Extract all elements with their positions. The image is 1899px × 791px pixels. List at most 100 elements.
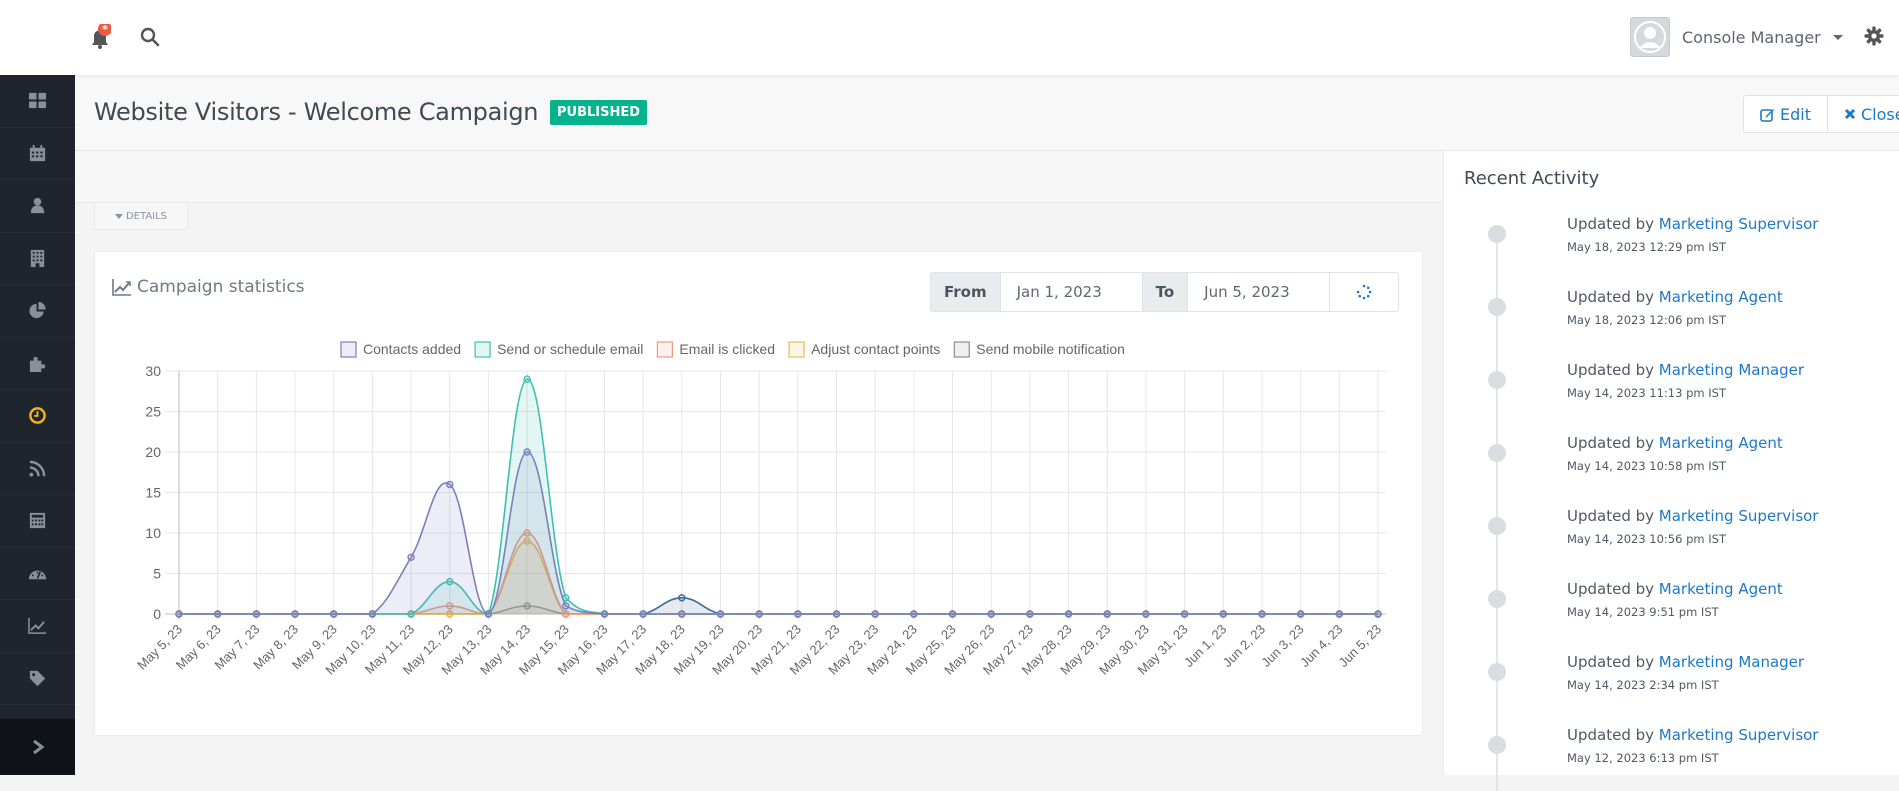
campaign-statistics-chart: Contacts added Send or schedule email Emai… xyxy=(134,341,1386,678)
data-point xyxy=(910,610,918,618)
data-point xyxy=(987,610,995,618)
calculator-icon xyxy=(29,513,46,529)
page-header: Website Visitors - Welcome Campaign PUBL… xyxy=(75,75,1899,151)
activity-timestamp: May 14, 2023 9:51 pm IST xyxy=(1567,605,1719,619)
chart-legend: Contacts added Send or schedule email Emai… xyxy=(340,341,1125,358)
sidebar-item-dashboard[interactable] xyxy=(0,75,75,128)
puzzle-icon xyxy=(29,356,46,372)
series-line xyxy=(178,378,1378,615)
activity-prefix: Updated by xyxy=(1567,653,1655,671)
activity-text: Updated by Marketing Agent xyxy=(1567,434,1783,452)
data-point xyxy=(1103,610,1111,618)
activity-text: Updated by Marketing Manager xyxy=(1567,653,1804,671)
caret-down-icon xyxy=(1832,34,1843,40)
clock-icon xyxy=(29,407,46,425)
caret-down-icon xyxy=(114,213,123,219)
data-point xyxy=(252,610,261,618)
data-point xyxy=(291,610,299,618)
activity-item: Updated by Marketing Manager May 14, 2023… xyxy=(1484,653,1884,713)
data-point xyxy=(330,610,338,618)
data-point xyxy=(678,610,686,618)
sidebar-item-companies[interactable] xyxy=(0,233,75,285)
edit-button[interactable]: Edit xyxy=(1744,96,1828,132)
sidebar-item-components[interactable] xyxy=(0,338,75,390)
legend-swatch xyxy=(953,341,970,358)
chevron-right-icon xyxy=(32,739,44,755)
bell-icon[interactable]: * xyxy=(89,22,112,49)
timeline-dot xyxy=(1488,371,1506,389)
series-send-mobile-notification xyxy=(175,602,1382,618)
data-point xyxy=(832,610,841,618)
activity-user-link[interactable]: Marketing Supervisor xyxy=(1659,507,1819,525)
gear-icon[interactable] xyxy=(1864,26,1884,46)
activity-prefix: Updated by xyxy=(1567,361,1655,379)
activity-prefix: Updated by xyxy=(1567,726,1655,744)
series-send-or-schedule-email xyxy=(175,375,1382,618)
chart-grid: 051015202530May 5, 23May 6, 23May 7, 23M… xyxy=(134,363,1386,678)
close-icon xyxy=(1844,108,1856,120)
search-icon[interactable] xyxy=(139,26,161,48)
close-label: Close xyxy=(1860,104,1899,124)
legend-swatch xyxy=(340,341,357,358)
user-icon xyxy=(30,198,45,214)
data-point xyxy=(1180,610,1189,618)
series-line xyxy=(178,605,1378,615)
series-area xyxy=(179,605,1378,614)
activity-user-link[interactable]: Marketing Manager xyxy=(1659,653,1804,671)
activity-user-link[interactable]: Marketing Agent xyxy=(1659,288,1783,306)
series-line xyxy=(178,540,1378,615)
activity-prefix: Updated by xyxy=(1567,288,1655,306)
edit-icon xyxy=(1760,107,1775,122)
activity-text: Updated by Marketing Agent xyxy=(1567,580,1783,598)
sidebar-toggle[interactable] xyxy=(0,719,75,775)
chart-series xyxy=(175,375,1382,618)
sidebar-item-points[interactable] xyxy=(0,495,75,548)
data-point xyxy=(1026,610,1034,618)
activity-text: Updated by Marketing Agent xyxy=(1567,288,1783,306)
activity-user-link[interactable]: Marketing Supervisor xyxy=(1659,215,1819,233)
activity-user-link[interactable]: Marketing Agent xyxy=(1659,434,1783,452)
details-toggle[interactable]: DETAILS xyxy=(94,203,188,230)
sidebar-item-tags[interactable] xyxy=(0,653,75,705)
legend-label: Send or schedule email xyxy=(497,341,643,357)
y-tick-label: 5 xyxy=(153,566,161,582)
timeline-dot xyxy=(1488,517,1506,535)
series-adjust-contact-points xyxy=(175,537,1382,618)
activity-user-link[interactable]: Marketing Manager xyxy=(1659,361,1804,379)
activity-user-link[interactable]: Marketing Supervisor xyxy=(1659,726,1819,744)
data-point xyxy=(794,610,802,618)
pie-chart-icon xyxy=(29,302,46,319)
close-button[interactable]: Close xyxy=(1828,96,1899,132)
y-tick-label: 15 xyxy=(145,485,161,501)
activity-item: Updated by Marketing Agent May 14, 2023 9… xyxy=(1484,580,1884,640)
action-buttons: Edit Close xyxy=(1743,95,1899,133)
data-point xyxy=(948,610,957,618)
activity-text: Updated by Marketing Supervisor xyxy=(1567,726,1818,744)
sidebar-item-calendar[interactable] xyxy=(0,128,75,180)
activity-timestamp: May 12, 2023 6:13 pm IST xyxy=(1567,751,1719,765)
data-point xyxy=(871,610,879,618)
sidebar-item-stages[interactable] xyxy=(0,548,75,600)
top-bar: * Console Manager xyxy=(0,0,1899,75)
sidebar-item-segments[interactable] xyxy=(0,285,75,338)
sidebar-item-channels[interactable] xyxy=(0,443,75,495)
legend-label: Adjust contact points xyxy=(811,341,940,357)
building-icon xyxy=(30,249,45,267)
activity-item: Updated by Marketing Supervisor May 14, 2… xyxy=(1484,507,1884,567)
data-point xyxy=(1142,610,1150,618)
svg-text:*: * xyxy=(102,24,108,36)
data-point xyxy=(1335,610,1344,618)
dashboard-gauge-icon xyxy=(28,570,47,579)
data-point xyxy=(484,610,493,618)
data-point xyxy=(523,375,531,383)
sidebar-item-contacts[interactable] xyxy=(0,180,75,233)
legend-label: Contacts added xyxy=(363,341,461,357)
activity-user-link[interactable]: Marketing Agent xyxy=(1659,580,1783,598)
y-tick-label: 20 xyxy=(145,444,161,460)
activity-text: Updated by Marketing Supervisor xyxy=(1567,507,1818,525)
sidebar-item-campaigns[interactable] xyxy=(0,390,75,443)
user-menu[interactable]: Console Manager xyxy=(1630,17,1843,57)
calendar-icon xyxy=(29,144,46,161)
activity-item: Updated by Marketing Agent May 14, 2023 1… xyxy=(1484,434,1884,494)
sidebar-item-reports[interactable] xyxy=(0,600,75,653)
